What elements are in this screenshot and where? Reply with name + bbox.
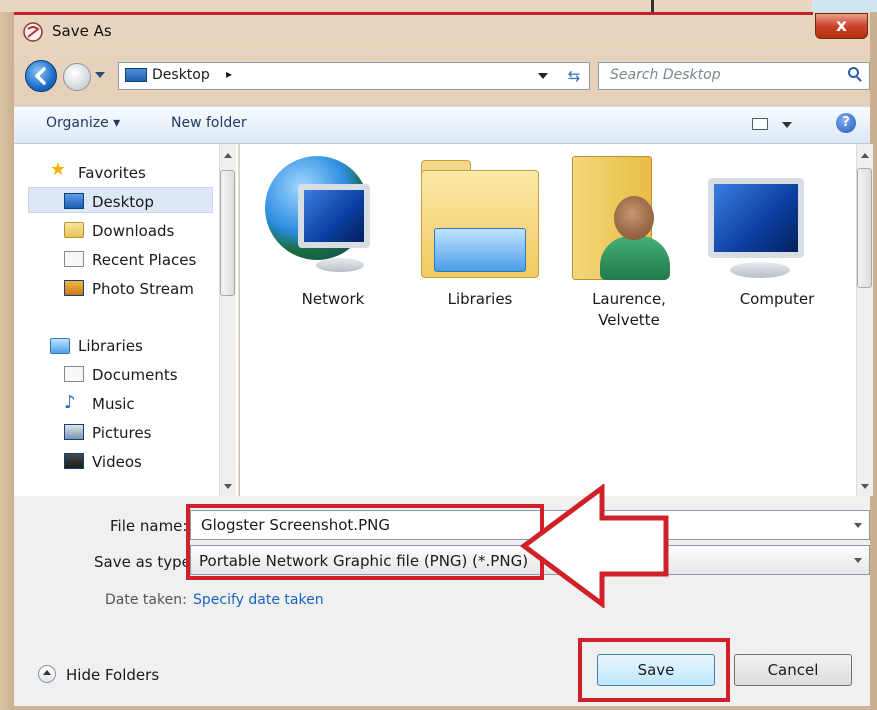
network-label[interactable]: Network xyxy=(273,290,393,308)
date-taken-label: Date taken: xyxy=(105,592,187,608)
address-dropdown-icon[interactable] xyxy=(538,73,548,79)
documents-icon xyxy=(64,366,84,382)
downloads-icon xyxy=(64,222,84,238)
address-location[interactable]: Desktop xyxy=(152,67,210,83)
file-list-scroll-thumb[interactable] xyxy=(857,168,872,288)
annotation-box-save-button xyxy=(578,638,730,702)
navigation-pane-scroll-thumb[interactable] xyxy=(220,170,235,296)
address-chevron-icon[interactable]: ▸ xyxy=(226,67,232,81)
save-as-type-label: Save as type: xyxy=(94,553,196,571)
pictures-icon xyxy=(64,424,84,440)
title-bar xyxy=(0,0,877,56)
chevron-up-icon xyxy=(43,670,51,675)
annotation-box-file-fields xyxy=(186,504,544,580)
window-left-edge xyxy=(0,12,14,710)
scroll-down-icon[interactable] xyxy=(224,484,232,489)
view-options-dropdown-icon[interactable] xyxy=(782,122,792,128)
file-list-scroll-down-icon[interactable] xyxy=(861,484,869,489)
libraries-inner-graphic xyxy=(434,228,526,272)
back-button[interactable] xyxy=(25,60,57,92)
close-button[interactable]: x xyxy=(815,13,868,39)
help-icon[interactable]: ? xyxy=(836,113,856,133)
computer-stand xyxy=(730,262,790,278)
specify-date-taken-link[interactable]: Specify date taken xyxy=(193,592,324,608)
sidebar-item-music[interactable]: Music xyxy=(92,395,135,413)
sidebar-header-libraries[interactable]: Libraries xyxy=(78,337,143,355)
recent-pages-dropdown-icon[interactable] xyxy=(95,72,105,78)
user-folder-label-line2[interactable]: Velvette xyxy=(569,311,689,329)
sidebar-header-favorites[interactable]: Favorites xyxy=(78,164,146,182)
libraries-label[interactable]: Libraries xyxy=(420,290,540,308)
organize-button[interactable]: Organize ▾ xyxy=(46,115,120,131)
sidebar-item-documents[interactable]: Documents xyxy=(92,366,178,384)
desktop-location-icon xyxy=(125,68,147,82)
sidebar-item-pictures[interactable]: Pictures xyxy=(92,424,151,442)
computer-label[interactable]: Computer xyxy=(717,290,837,308)
sidebar-item-downloads[interactable]: Downloads xyxy=(92,222,174,240)
favorites-star-icon: ★ xyxy=(50,159,67,180)
new-folder-button[interactable]: New folder xyxy=(171,115,247,131)
photo-stream-icon xyxy=(64,280,84,296)
videos-icon xyxy=(64,453,84,469)
network-monitor-graphic xyxy=(298,184,370,248)
sidebar-item-photo-stream[interactable]: Photo Stream xyxy=(92,280,194,298)
save-as-type-dropdown-icon[interactable] xyxy=(854,558,862,563)
file-name-label: File name: xyxy=(110,517,188,535)
annotation-arrow-icon xyxy=(520,484,669,608)
file-list-scroll-up-icon[interactable] xyxy=(861,153,869,158)
sidebar-item-videos[interactable]: Videos xyxy=(92,453,142,471)
sidebar-item-recent-places[interactable]: Recent Places xyxy=(92,251,196,269)
window-title: Save As xyxy=(52,22,112,40)
computer-icon[interactable] xyxy=(708,178,804,258)
desktop-icon xyxy=(64,193,84,209)
recent-places-icon xyxy=(64,251,84,267)
save-as-app-icon xyxy=(23,22,43,42)
change-view-icon[interactable] xyxy=(752,118,768,130)
command-toolbar xyxy=(14,106,870,144)
user-folder-label-line1[interactable]: Laurence, xyxy=(569,290,689,308)
user-avatar-head xyxy=(614,196,654,240)
music-icon: ♪ xyxy=(64,392,76,413)
hide-folders-label[interactable]: Hide Folders xyxy=(66,666,159,684)
refresh-icon[interactable]: ⇆ xyxy=(560,64,588,88)
libraries-folder-icon xyxy=(50,338,70,354)
network-monitor-stand xyxy=(316,258,364,272)
forward-button[interactable] xyxy=(63,63,91,91)
scroll-up-icon[interactable] xyxy=(224,153,232,158)
user-avatar-body xyxy=(600,236,670,280)
back-arrow-icon xyxy=(35,67,46,85)
sidebar-item-desktop[interactable]: Desktop xyxy=(92,193,154,211)
search-placeholder: Search Desktop xyxy=(610,67,721,83)
file-name-dropdown-icon[interactable] xyxy=(854,523,862,528)
cancel-button[interactable]: Cancel xyxy=(734,654,852,686)
